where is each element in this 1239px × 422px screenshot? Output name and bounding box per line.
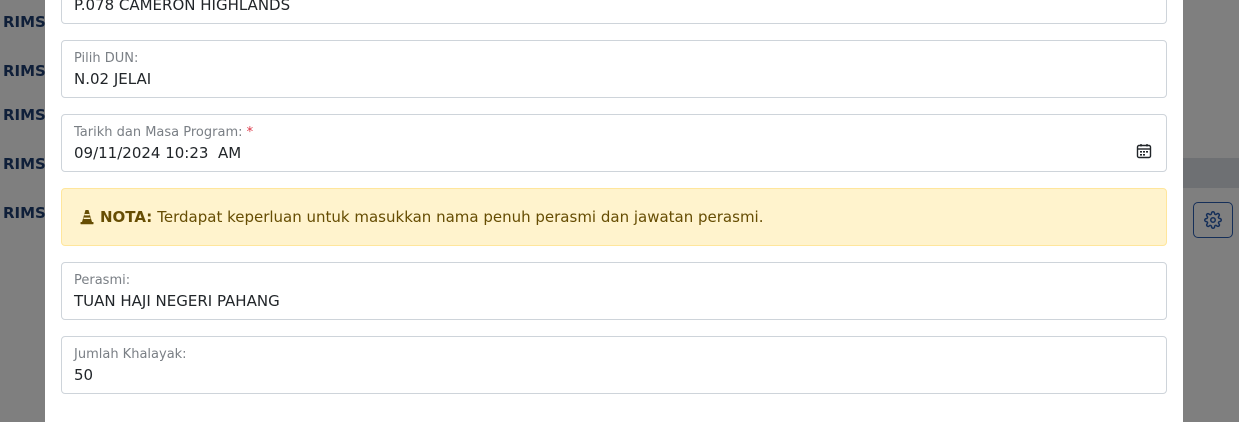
dun-field[interactable]: Pilih DUN: N.02 JELAI bbox=[61, 40, 1167, 98]
tarikh-field[interactable]: Tarikh dan Masa Program: * 09/11/2024 10… bbox=[61, 114, 1167, 172]
dun-value: N.02 JELAI bbox=[74, 70, 152, 88]
parlimen-value: P.078 CAMERON HIGHLANDS bbox=[74, 0, 291, 14]
perasmi-value: TUAN HAJI NEGERI PAHANG bbox=[74, 292, 280, 310]
traffic-cone-icon bbox=[80, 210, 94, 225]
parlimen-field[interactable]: P.078 CAMERON HIGHLANDS bbox=[61, 0, 1167, 24]
tarikh-value: 09/11/2024 10:23 AM bbox=[74, 144, 242, 162]
perasmi-label: Perasmi: bbox=[74, 273, 131, 288]
required-mark: * bbox=[246, 125, 254, 140]
nota-alert: NOTA: Terdapat keperluan untuk masukkan … bbox=[61, 188, 1167, 246]
alert-title: NOTA: bbox=[100, 208, 153, 226]
tarikh-label: Tarikh dan Masa Program: * bbox=[74, 125, 253, 140]
dun-label: Pilih DUN: bbox=[74, 51, 139, 66]
khalayak-value: 50 bbox=[74, 366, 94, 384]
khalayak-label: Jumlah Khalayak: bbox=[74, 347, 187, 362]
tarikh-label-text: Tarikh dan Masa Program: bbox=[74, 125, 243, 140]
program-modal: P.078 CAMERON HIGHLANDS Pilih DUN: N.02 … bbox=[45, 0, 1183, 422]
perasmi-field[interactable]: Perasmi: TUAN HAJI NEGERI PAHANG bbox=[61, 262, 1167, 320]
calendar-icon[interactable] bbox=[1136, 143, 1152, 159]
khalayak-field[interactable]: Jumlah Khalayak: 50 bbox=[61, 336, 1167, 394]
alert-message: Terdapat keperluan untuk masukkan nama p… bbox=[157, 208, 764, 226]
